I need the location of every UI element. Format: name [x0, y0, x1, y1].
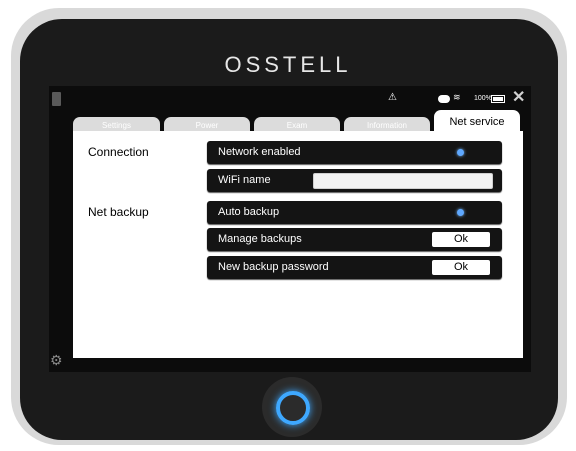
tab-net-service[interactable]: Net service	[434, 110, 520, 132]
tab-settings[interactable]: Settings	[73, 117, 160, 131]
tab-power[interactable]: Power	[164, 117, 250, 131]
network-enabled-label: Network enabled	[218, 146, 301, 158]
auto-backup-label: Auto backup	[218, 206, 280, 218]
new-backup-password-row: New backup password Ok	[207, 256, 502, 279]
wifi-name-input[interactable]	[313, 173, 493, 189]
tab-exam[interactable]: Exam	[254, 117, 340, 131]
wifi-name-row: WiFi name	[207, 169, 502, 192]
warning-icon: ⚠	[388, 92, 397, 103]
tab-information[interactable]: Information	[344, 117, 430, 131]
section-net-backup: Net backup	[88, 205, 149, 219]
wifi-icon: ≋	[453, 92, 461, 102]
manage-backups-label: Manage backups	[218, 233, 302, 245]
battery-icon	[491, 95, 505, 103]
new-backup-password-ok-button[interactable]: Ok	[432, 260, 490, 275]
section-connection: Connection	[88, 145, 149, 159]
brand-logo: OSSTELL	[224, 52, 352, 77]
network-enabled-row[interactable]: Network enabled	[207, 141, 502, 164]
wifi-name-label: WiFi name	[218, 174, 271, 186]
home-button-ring-icon	[276, 391, 310, 425]
manage-backups-ok-button[interactable]: Ok	[432, 232, 490, 247]
gear-icon[interactable]: ⚙	[50, 353, 63, 367]
new-backup-password-label: New backup password	[218, 261, 329, 273]
sidebar-icon	[52, 92, 61, 106]
close-icon[interactable]: ✕	[512, 90, 525, 106]
auto-backup-row[interactable]: Auto backup	[207, 201, 502, 224]
auto-backup-toggle[interactable]	[457, 209, 464, 216]
battery-level: 100%	[474, 95, 492, 102]
network-enabled-toggle[interactable]	[457, 149, 464, 156]
manage-backups-row: Manage backups Ok	[207, 228, 502, 251]
cloud-icon	[438, 95, 450, 103]
